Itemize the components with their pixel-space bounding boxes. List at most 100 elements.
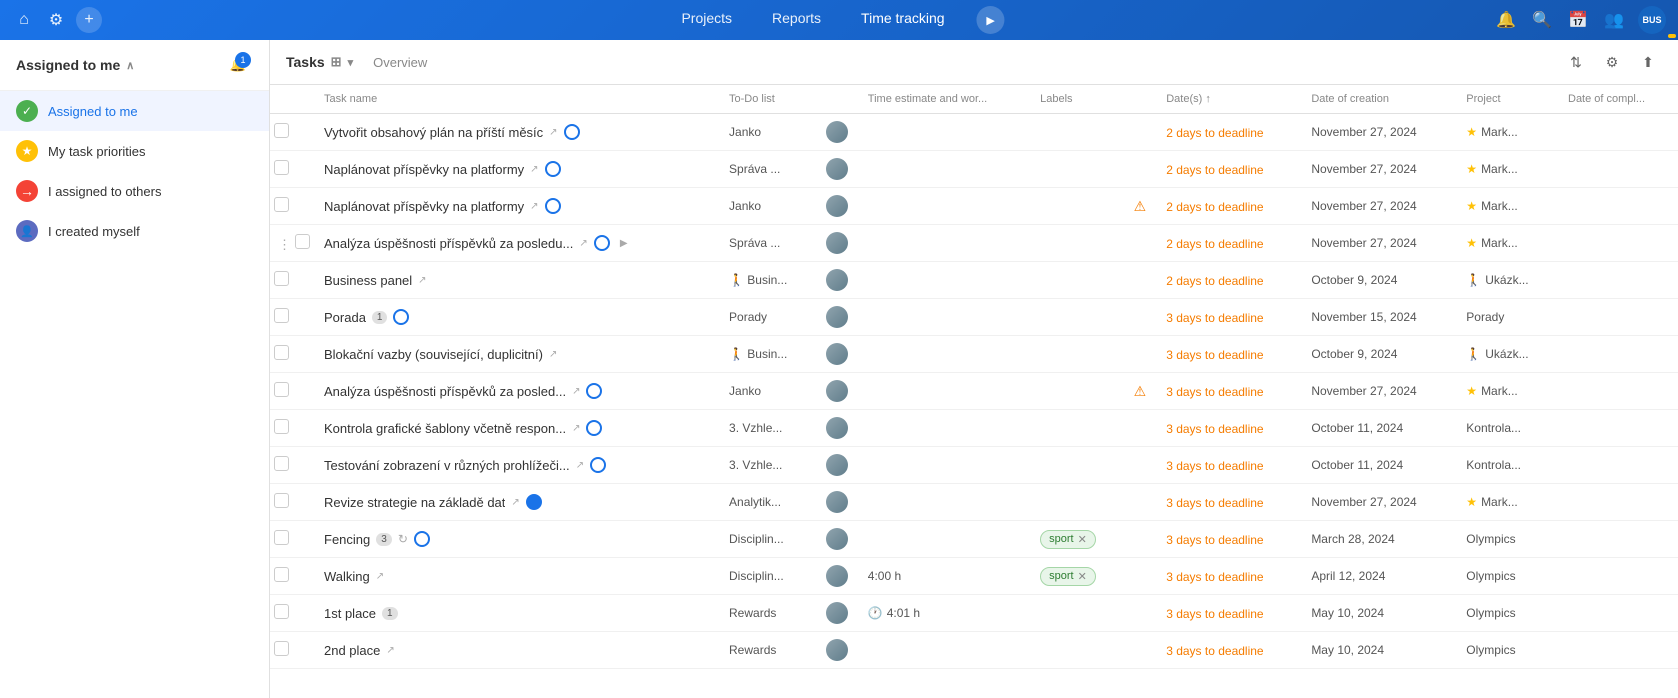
sidebar-item-assigned-to-me[interactable]: ✓ Assigned to me [0, 91, 269, 131]
assigned-to-others-icon: → [16, 180, 38, 202]
external-link-icon[interactable]: ↗ [549, 127, 557, 138]
task-checkbox[interactable] [274, 530, 289, 545]
col-dates[interactable]: Date(s) ↑ [1156, 85, 1301, 114]
external-link-icon[interactable]: ↗ [576, 460, 584, 471]
external-link-icon[interactable]: ↗ [572, 386, 580, 397]
status-circle[interactable] [586, 420, 602, 436]
checkbox-td [270, 410, 314, 447]
col-todo[interactable]: To-Do list [719, 85, 816, 114]
task-checkbox[interactable] [295, 234, 310, 249]
date-completion-cell [1558, 484, 1678, 521]
warning-cell [1124, 484, 1157, 521]
task-checkbox[interactable] [274, 197, 289, 212]
external-link-icon[interactable]: ↗ [530, 164, 538, 175]
refresh-icon[interactable]: ↻ [398, 532, 408, 546]
date-completion-cell [1558, 188, 1678, 225]
sidebar-bell-wrap[interactable]: 🔔 1 [223, 50, 253, 80]
external-link-icon[interactable]: ↗ [511, 497, 519, 508]
task-checkbox[interactable] [274, 308, 289, 323]
status-circle[interactable] [564, 124, 580, 140]
task-checkbox[interactable] [274, 419, 289, 434]
sort-icon[interactable]: ⇅ [1562, 48, 1590, 76]
task-checkbox[interactable] [274, 271, 289, 286]
label-remove-icon[interactable]: ✕ [1078, 570, 1087, 583]
task-checkbox[interactable] [274, 641, 289, 656]
status-circle[interactable] [586, 383, 602, 399]
checkbox-td [270, 151, 314, 188]
task-name-cell: Analýza úspěšnosti příspěvků za posled..… [324, 383, 644, 399]
calendar-icon[interactable]: 📅 [1566, 8, 1590, 32]
external-link-icon[interactable]: ↗ [376, 571, 384, 582]
table-row: Business panel↗ 🚶 Busin... 2 days to dea… [270, 262, 1678, 299]
play-button[interactable]: ▶ [977, 6, 1005, 34]
task-checkbox[interactable] [274, 604, 289, 619]
settings-view-icon[interactable]: ⚙ [1598, 48, 1626, 76]
status-circle[interactable] [526, 494, 542, 510]
play-task-icon[interactable]: ▶ [616, 235, 632, 251]
external-link-icon[interactable]: ↗ [386, 645, 394, 656]
col-labels[interactable]: Labels [1030, 85, 1124, 114]
table-row: 2nd place↗ Rewards 3 days to deadline Ma… [270, 632, 1678, 669]
warning-cell [1124, 558, 1157, 595]
sidebar-chevron-icon[interactable]: ∧ [126, 59, 134, 72]
date-creation-cell: October 11, 2024 [1301, 410, 1456, 447]
search-icon[interactable]: 🔍 [1530, 8, 1554, 32]
status-circle[interactable] [545, 198, 561, 214]
task-checkbox[interactable] [274, 456, 289, 471]
project-text: Olympics [1466, 532, 1548, 546]
project-text: Porady [1466, 310, 1548, 324]
task-name-cell: Walking↗ [324, 569, 644, 584]
external-link-icon[interactable]: ↗ [418, 275, 426, 286]
main-layout: Assigned to me ∧ 🔔 1 ✓ Assigned to me ★ … [0, 40, 1678, 698]
sidebar-item-i-created-myself[interactable]: 👤 I created myself [0, 211, 269, 251]
nav-time-tracking[interactable]: Time tracking [853, 6, 953, 34]
settings-icon[interactable]: ⚙ [44, 8, 68, 32]
status-circle[interactable] [590, 457, 606, 473]
assignee-cell [816, 188, 858, 225]
users-icon[interactable]: 👥 [1602, 8, 1626, 32]
assignee-cell [816, 336, 858, 373]
tasks-chevron-icon[interactable]: ▾ [348, 56, 354, 69]
task-checkbox[interactable] [274, 567, 289, 582]
col-time-estimate[interactable]: Time estimate and wor... [858, 85, 1030, 114]
overview-tab[interactable]: Overview [365, 51, 435, 74]
task-name-text: Business panel [324, 273, 412, 288]
label-remove-icon[interactable]: ✕ [1078, 533, 1087, 546]
more-options-icon[interactable]: ⋮ [274, 237, 295, 252]
status-circle[interactable] [414, 531, 430, 547]
external-link-icon[interactable]: ↗ [572, 423, 580, 434]
task-checkbox[interactable] [274, 123, 289, 138]
task-checkbox[interactable] [274, 493, 289, 508]
task-name-cell: Naplánovat příspěvky na platformy↗ [324, 161, 644, 177]
nav-reports[interactable]: Reports [764, 6, 829, 34]
col-task-name[interactable]: Task name [314, 85, 719, 114]
task-name-text: Kontrola grafické šablony včetně respon.… [324, 421, 566, 436]
status-circle[interactable] [393, 309, 409, 325]
col-date-creation[interactable]: Date of creation [1301, 85, 1456, 114]
grid-view-icon[interactable]: ⊞ [331, 54, 342, 70]
sidebar-item-i-assigned-to-others[interactable]: → I assigned to others [0, 171, 269, 211]
external-link-icon[interactable]: ↗ [549, 349, 557, 360]
export-icon[interactable]: ⬆ [1634, 48, 1662, 76]
status-circle[interactable] [594, 235, 610, 251]
assignee-avatar [826, 454, 848, 476]
add-icon[interactable]: + [76, 7, 102, 33]
task-checkbox[interactable] [274, 160, 289, 175]
col-checkbox [270, 85, 314, 114]
notification-bell-icon[interactable]: 🔔 [1494, 8, 1518, 32]
nav-projects[interactable]: Projects [673, 6, 740, 34]
sidebar-item-my-task-priorities[interactable]: ★ My task priorities [0, 131, 269, 171]
col-date-completion[interactable]: Date of compl... [1558, 85, 1678, 114]
table-row: Revize strategie na základě dat↗ Analyti… [270, 484, 1678, 521]
status-circle[interactable] [545, 161, 561, 177]
checkbox-td [270, 188, 314, 225]
external-link-icon[interactable]: ↗ [530, 201, 538, 212]
col-project[interactable]: Project [1456, 85, 1558, 114]
top-navigation: ⌂ ⚙ + Projects Reports Time tracking ▶ 🔔… [0, 0, 1678, 40]
home-icon[interactable]: ⌂ [12, 8, 36, 32]
external-link-icon[interactable]: ↗ [579, 238, 587, 249]
time-estimate-cell [858, 188, 1030, 225]
task-checkbox[interactable] [274, 382, 289, 397]
user-avatar[interactable]: BUS [1638, 6, 1666, 34]
task-checkbox[interactable] [274, 345, 289, 360]
